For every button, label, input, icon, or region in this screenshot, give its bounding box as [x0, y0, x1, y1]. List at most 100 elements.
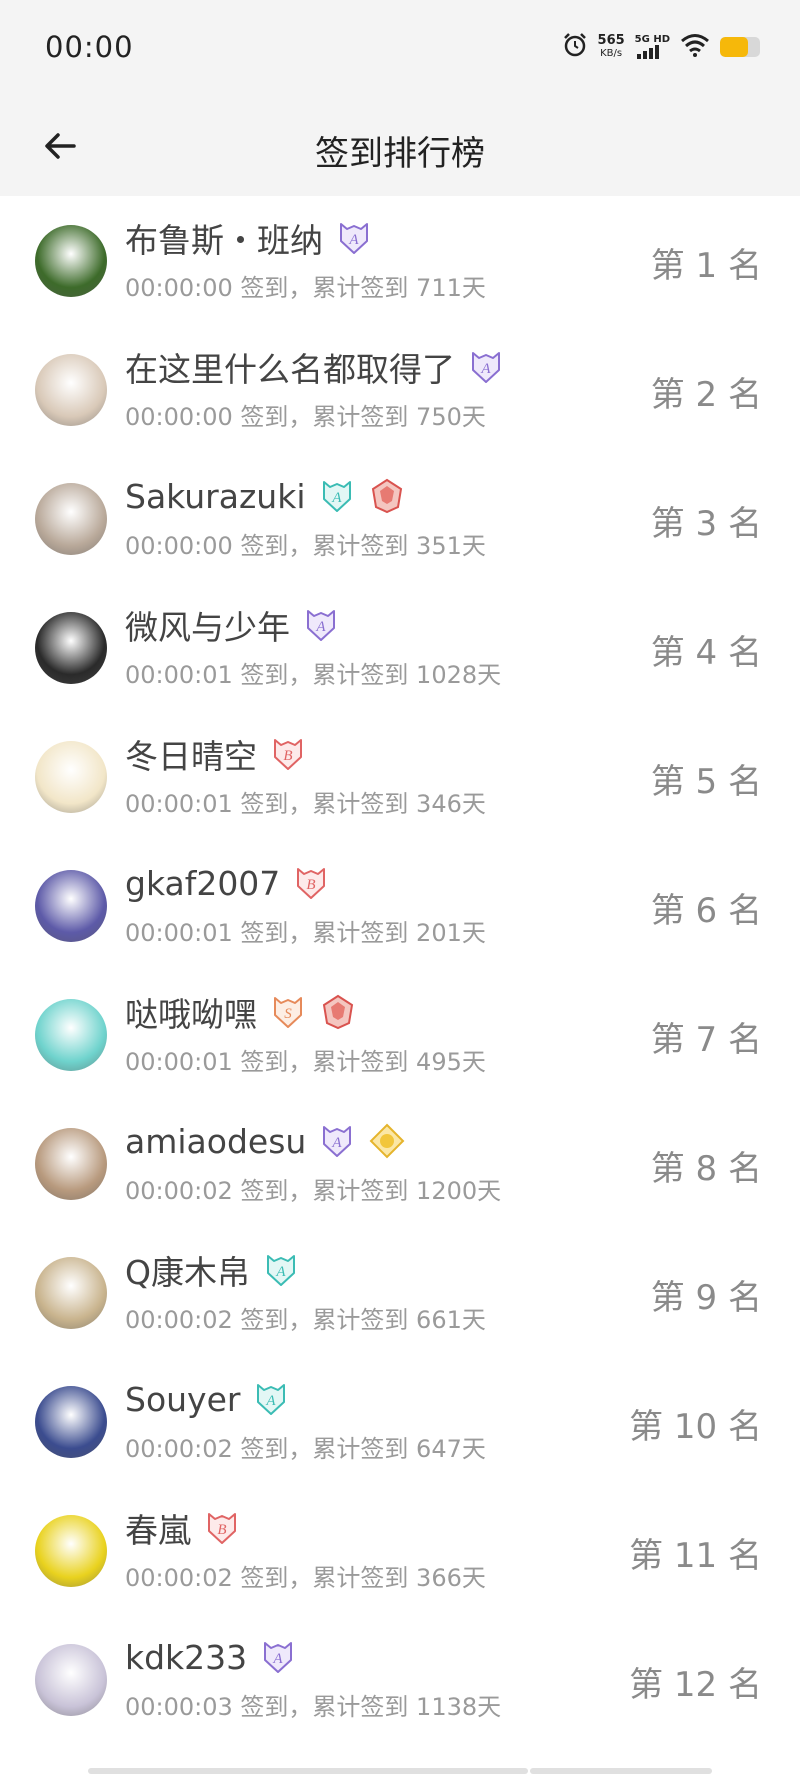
avatar[interactable]	[35, 225, 107, 297]
svg-text:A: A	[332, 1135, 343, 1151]
list-item[interactable]: 在这里什么名都取得了 A 00:00:00 签到，累计签到 750天 第 2 名	[0, 325, 800, 454]
svg-text:A: A	[266, 1393, 277, 1409]
svg-text:B: B	[283, 748, 292, 764]
user-name[interactable]: 布鲁斯・班纳	[125, 214, 323, 262]
user-name[interactable]: gkaf2007	[125, 864, 280, 903]
name-line: 哒哦呦嘿 S	[125, 990, 357, 1034]
rank-label: 第 11 名	[629, 1536, 762, 1576]
list-item[interactable]: 冬日晴空 B 00:00:01 签到，累计签到 346天 第 5 名	[0, 712, 800, 841]
ranking-list: 布鲁斯・班纳 A 00:00:00 签到，累计签到 711天 第 1 名在这里什么名都…	[0, 196, 800, 1744]
name-line: amiaodesu A	[125, 1119, 406, 1163]
rank-label: 第 10 名	[629, 1407, 762, 1447]
scroll-indicator	[530, 1768, 712, 1774]
user-name[interactable]: Souyer	[125, 1380, 240, 1419]
rank-label: 第 2 名	[650, 375, 762, 415]
user-name[interactable]: amiaodesu	[125, 1122, 306, 1161]
list-item[interactable]: 春嵐 B 00:00:02 签到，累计签到 366天 第 11 名	[0, 1486, 800, 1615]
avatar[interactable]	[35, 612, 107, 684]
checkin-info: 00:00:01 签到，累计签到 346天	[125, 790, 486, 818]
avatar[interactable]	[35, 354, 107, 426]
alarm-icon	[562, 32, 588, 62]
avatar[interactable]	[35, 741, 107, 813]
name-line: Souyer A	[125, 1377, 290, 1421]
level-badge-icon: A	[252, 1380, 290, 1418]
rank-label: 第 7 名	[650, 1020, 762, 1060]
rank-label: 第 8 名	[650, 1149, 762, 1189]
wifi-icon	[680, 33, 710, 61]
header: 签到排行榜	[0, 96, 800, 196]
list-item[interactable]: Q康木帛 A 00:00:02 签到，累计签到 661天 第 9 名	[0, 1228, 800, 1357]
list-item[interactable]: Souyer A 00:00:02 签到，累计签到 647天 第 10 名	[0, 1357, 800, 1486]
name-line: Q康木帛 A	[125, 1248, 300, 1292]
svg-text:A: A	[348, 232, 359, 248]
avatar[interactable]	[35, 870, 107, 942]
scroll-indicator	[88, 1768, 528, 1774]
avatar[interactable]	[35, 1644, 107, 1716]
avatar[interactable]	[35, 1386, 107, 1458]
status-time: 00:00	[45, 30, 134, 64]
rank-label: 第 5 名	[650, 762, 762, 802]
name-line: 春嵐 B	[125, 1506, 241, 1550]
checkin-info: 00:00:02 签到，累计签到 366天	[125, 1564, 486, 1592]
name-line: 布鲁斯・班纳 A	[125, 216, 373, 260]
checkin-info: 00:00:00 签到，累计签到 750天	[125, 403, 486, 431]
name-line: 在这里什么名都取得了 A	[125, 345, 505, 389]
status-bar: 00:00 565 KB/s 5G HD	[0, 0, 800, 96]
avatar[interactable]	[35, 999, 107, 1071]
list-item[interactable]: 微风与少年 A 00:00:01 签到，累计签到 1028天 第 4 名	[0, 583, 800, 712]
checkin-info: 00:00:00 签到，累计签到 711天	[125, 274, 486, 302]
level-badge-icon: A	[467, 348, 505, 386]
checkin-info: 00:00:02 签到，累计签到 1200天	[125, 1177, 502, 1205]
rank-label: 第 3 名	[650, 504, 762, 544]
list-item[interactable]: kdk233 A 00:00:03 签到，累计签到 1138天 第 12 名	[0, 1615, 800, 1744]
name-line: 冬日晴空 B	[125, 732, 307, 776]
checkin-info: 00:00:02 签到，累计签到 661天	[125, 1306, 486, 1334]
status-icons: 565 KB/s 5G HD	[562, 32, 760, 62]
user-name[interactable]: 微风与少年	[125, 601, 290, 649]
svg-text:A: A	[273, 1651, 284, 1667]
level-badge-icon: B	[292, 864, 330, 902]
checkin-info: 00:00:02 签到，累计签到 647天	[125, 1435, 486, 1463]
rank-label: 第 4 名	[650, 633, 762, 673]
user-name[interactable]: 冬日晴空	[125, 730, 257, 778]
speed-unit: KB/s	[600, 48, 623, 59]
avatar[interactable]	[35, 1128, 107, 1200]
crest-badge-icon	[319, 993, 357, 1031]
user-name[interactable]: 哒哦呦嘿	[125, 988, 257, 1036]
svg-text:A: A	[275, 1264, 286, 1280]
list-item[interactable]: gkaf2007 B 00:00:01 签到，累计签到 201天 第 6 名	[0, 841, 800, 970]
svg-text:A: A	[480, 361, 491, 377]
level-badge-icon: A	[335, 219, 373, 257]
network-speed: 565 KB/s	[598, 34, 625, 60]
checkin-info: 00:00:03 签到，累计签到 1138天	[125, 1693, 502, 1721]
name-line: kdk233 A	[125, 1635, 297, 1679]
rank-label: 第 12 名	[629, 1665, 762, 1705]
user-name[interactable]: kdk233	[125, 1638, 247, 1677]
checkin-info: 00:00:01 签到，累计签到 495天	[125, 1048, 486, 1076]
avatar[interactable]	[35, 1515, 107, 1587]
network-label: 5G HD	[634, 34, 670, 45]
user-name[interactable]: 春嵐	[125, 1504, 191, 1552]
crest-badge-icon	[368, 477, 406, 515]
svg-text:B: B	[217, 1522, 226, 1538]
checkin-info: 00:00:01 签到，累计签到 1028天	[125, 661, 502, 689]
avatar[interactable]	[35, 483, 107, 555]
cellular-signal: 5G HD	[635, 35, 670, 59]
rank-label: 第 9 名	[650, 1278, 762, 1318]
list-item[interactable]: Sakurazuki A 00:00:00 签到，累计签到 351天 第 3 名	[0, 454, 800, 583]
level-badge-icon: A	[262, 1251, 300, 1289]
page-title: 签到排行榜	[315, 134, 485, 174]
list-item[interactable]: amiaodesu A 00:00:02 签到，累计签到 1200天 第 8 名	[0, 1099, 800, 1228]
avatar[interactable]	[35, 1257, 107, 1329]
name-line: Sakurazuki A	[125, 474, 406, 518]
level-badge-icon: B	[269, 735, 307, 773]
user-name[interactable]: Sakurazuki	[125, 477, 306, 516]
list-item[interactable]: 哒哦呦嘿 S 00:00:01 签到，累计签到 495天 第 7 名	[0, 970, 800, 1099]
user-name[interactable]: 在这里什么名都取得了	[125, 343, 455, 391]
user-name[interactable]: Q康木帛	[125, 1246, 250, 1294]
battery-icon	[720, 37, 760, 57]
list-item[interactable]: 布鲁斯・班纳 A 00:00:00 签到，累计签到 711天 第 1 名	[0, 196, 800, 325]
level-badge-icon: A	[318, 1122, 356, 1160]
level-badge-icon: A	[302, 606, 340, 644]
level-badge-icon: B	[203, 1509, 241, 1547]
